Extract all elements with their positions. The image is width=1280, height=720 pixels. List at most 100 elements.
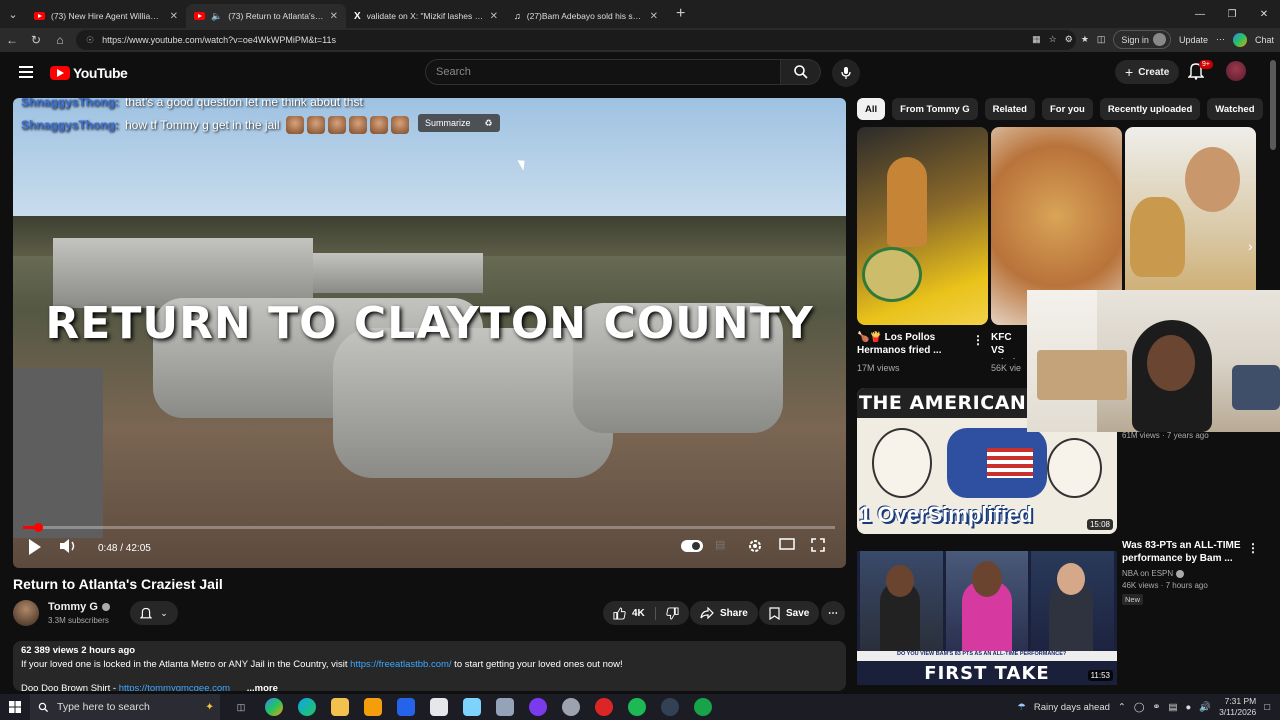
volume-button[interactable]: [59, 538, 77, 554]
close-icon[interactable]: ✕: [490, 11, 498, 22]
close-icon[interactable]: ✕: [650, 11, 658, 22]
nba-video-title[interactable]: Was 83-PTs an ALL-TIME performance by Ba…: [1122, 539, 1242, 565]
close-icon[interactable]: ✕: [170, 11, 178, 22]
site-info-icon[interactable]: ☉: [86, 35, 94, 46]
taskbar-search-input[interactable]: Type here to search ✦: [30, 694, 220, 720]
maximize-icon[interactable]: ❐: [1216, 0, 1248, 28]
speaker-icon[interactable]: 🔈: [211, 11, 222, 22]
xbox-icon[interactable]: [694, 698, 712, 716]
store-icon[interactable]: [364, 698, 382, 716]
close-icon[interactable]: ✕: [330, 11, 338, 22]
copilot-app-icon[interactable]: [265, 698, 283, 716]
play-button[interactable]: [27, 538, 43, 556]
url-field[interactable]: ☉ https://www.youtube.com/watch?v=oe4WkW…: [76, 30, 1076, 50]
save-button[interactable]: Save: [759, 601, 820, 625]
more-link[interactable]: ...more: [247, 683, 278, 691]
merch-link[interactable]: https://tommygmcgee.com: [119, 683, 230, 691]
captions-icon[interactable]: ▤: [715, 538, 725, 551]
chip-for-you[interactable]: For you: [1041, 98, 1093, 120]
more-actions-button[interactable]: ⋯: [821, 601, 845, 625]
channel-name[interactable]: Tommy G: [48, 601, 110, 613]
account-avatar[interactable]: [1226, 61, 1246, 81]
search-button[interactable]: [781, 59, 821, 85]
nba-channel[interactable]: NBA on ESPN: [1122, 568, 1185, 580]
browser-tab-2[interactable]: 🔈 (73) Return to Atlanta's Crazie ✕: [186, 4, 346, 28]
translate-icon[interactable]: ♻: [485, 118, 493, 129]
search-input[interactable]: Search: [425, 59, 781, 85]
notifications-icon[interactable]: □: [1264, 702, 1270, 713]
progress-bar[interactable]: [23, 523, 835, 532]
description-link[interactable]: https://freeatlastbb.com/: [350, 659, 451, 670]
copilot-icon[interactable]: [1232, 32, 1247, 47]
like-button[interactable]: 4K: [613, 606, 656, 620]
chip-all[interactable]: All: [857, 98, 886, 120]
theater-mode-button[interactable]: [779, 538, 795, 550]
windows-start-button[interactable]: [0, 701, 30, 713]
favorite-star-icon[interactable]: ☆: [1049, 34, 1057, 45]
fullscreen-button[interactable]: [811, 538, 825, 552]
more-vertical-icon[interactable]: ⋮: [972, 333, 984, 347]
next-chevron-icon[interactable]: ›: [1248, 238, 1253, 254]
new-tab-icon[interactable]: +: [676, 5, 685, 23]
chip-from-tommy-g[interactable]: From Tommy G: [892, 98, 978, 120]
network-icon[interactable]: ▤: [1168, 702, 1177, 713]
video-player[interactable]: RETURN TO CLAYTON COUNTY ShnaggysThong: …: [13, 98, 846, 568]
channel-avatar[interactable]: [13, 600, 39, 626]
chip-related[interactable]: Related: [984, 98, 1035, 120]
tray-app-icon[interactable]: ◯: [1134, 702, 1145, 713]
notepad-icon[interactable]: [430, 698, 448, 716]
window-close-icon[interactable]: ✕: [1248, 0, 1280, 28]
task-view-icon[interactable]: ◫: [232, 698, 250, 716]
short-title-2[interactable]: KFC VS Fried Ch: [991, 331, 1027, 359]
browser-tab-1[interactable]: (73) New Hire Agent Williams Did ✕: [26, 4, 186, 28]
vpn-icon[interactable]: [562, 698, 580, 716]
extensions-icon[interactable]: ⚙: [1065, 34, 1073, 45]
share-button[interactable]: Share: [690, 601, 758, 625]
settings-button[interactable]: [747, 538, 763, 554]
more-vertical-icon[interactable]: ⋮: [1247, 541, 1259, 555]
dislike-button[interactable]: [656, 606, 689, 620]
collections-icon[interactable]: ★: [1081, 34, 1089, 45]
page-scrollbar[interactable]: [1270, 60, 1276, 150]
create-button[interactable]: + Create: [1115, 60, 1180, 84]
minimize-icon[interactable]: —: [1184, 0, 1216, 28]
split-screen-icon[interactable]: ◫: [1097, 34, 1106, 45]
summarize-button[interactable]: Summarize ♻: [418, 114, 500, 132]
youtube-logo[interactable]: YouTube: [50, 65, 128, 81]
home-icon[interactable]: ⌂: [48, 33, 72, 47]
obs-icon[interactable]: [595, 698, 613, 716]
reload-icon[interactable]: ↻: [24, 33, 48, 47]
browser-tab-3[interactable]: X validate on X: "Mizkif lashes out at ✕: [346, 4, 506, 28]
update-button[interactable]: Update: [1179, 35, 1208, 45]
description-box[interactable]: 62 389 views 2 hours ago If your loved o…: [13, 641, 846, 691]
headset-icon[interactable]: ⚭: [1153, 702, 1161, 713]
sign-in-button[interactable]: Sign in: [1113, 30, 1171, 49]
video-thumbnail-first-take[interactable]: DO YOU VIEW BAM'S 83 PTS AS AN ALL-TIME …: [857, 551, 1117, 685]
short-thumbnail-1[interactable]: [857, 127, 988, 325]
chat-button[interactable]: Chat: [1255, 35, 1274, 45]
tray-chevron-icon[interactable]: ⌃: [1118, 702, 1126, 713]
browser-tab-4[interactable]: ♫ (27)Bam Adebayo sold his soul... ✕: [506, 4, 666, 28]
chip-recently-uploaded[interactable]: Recently uploaded: [1099, 98, 1201, 120]
paint-icon[interactable]: [463, 698, 481, 716]
weather-text[interactable]: Rainy days ahead: [1034, 702, 1110, 713]
back-icon[interactable]: ←: [0, 33, 24, 47]
speaker-tray-icon[interactable]: 🔊: [1199, 702, 1211, 713]
file-explorer-icon[interactable]: [331, 698, 349, 716]
subscription-bell-button[interactable]: ⌄: [130, 601, 178, 625]
spotify-icon[interactable]: [628, 698, 646, 716]
voice-search-button[interactable]: [832, 59, 860, 87]
apps-icon[interactable]: ▦: [1032, 34, 1041, 45]
discord-icon[interactable]: [529, 698, 547, 716]
media-player-icon[interactable]: [661, 698, 679, 716]
outlook-icon[interactable]: [397, 698, 415, 716]
tab-actions-icon[interactable]: ⌄: [0, 0, 26, 28]
snipping-tool-icon[interactable]: [496, 698, 514, 716]
menu-icon[interactable]: [19, 66, 33, 81]
short-title-1[interactable]: 🍗🍟 Los Pollos Hermanos fried ...: [857, 331, 967, 357]
edge-icon[interactable]: [298, 698, 316, 716]
more-menu-icon[interactable]: ⋯: [1216, 34, 1225, 45]
microphone-tray-icon[interactable]: ●: [1185, 702, 1191, 713]
chip-watched[interactable]: Watched: [1207, 98, 1263, 120]
clock[interactable]: 7:31 PM 3/11/2026: [1219, 696, 1256, 718]
